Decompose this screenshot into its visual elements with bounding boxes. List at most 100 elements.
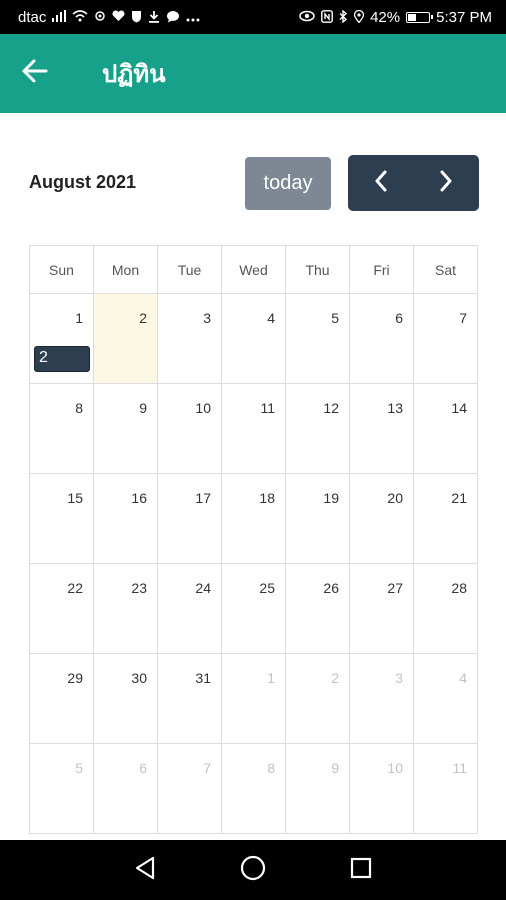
day-number[interactable]: 5	[331, 310, 339, 326]
day-cell[interactable]: 26	[285, 563, 350, 654]
day-cell-other-month[interactable]: 8	[221, 743, 286, 834]
day-cell-other-month[interactable]: 7	[157, 743, 222, 834]
day-cell-other-month[interactable]: 6	[93, 743, 158, 834]
day-number[interactable]: 8	[267, 760, 275, 776]
day-number[interactable]: 26	[323, 580, 339, 596]
day-cell[interactable]: 10	[157, 383, 222, 474]
day-number[interactable]: 3	[203, 310, 211, 326]
day-number[interactable]: 21	[451, 490, 467, 506]
day-number[interactable]: 19	[323, 490, 339, 506]
day-cell[interactable]: 14	[413, 383, 478, 474]
nav-back-button[interactable]	[91, 840, 199, 900]
day-cell[interactable]: 30	[93, 653, 158, 744]
day-cell-other-month[interactable]: 3	[349, 653, 414, 744]
day-number[interactable]: 31	[195, 670, 211, 686]
day-cell-other-month[interactable]: 10	[349, 743, 414, 834]
day-number[interactable]: 9	[139, 400, 147, 416]
nav-home-button[interactable]	[199, 840, 307, 900]
day-cell[interactable]: 29	[29, 653, 94, 744]
day-number[interactable]: 23	[131, 580, 147, 596]
day-number[interactable]: 7	[203, 760, 211, 776]
weekday-header: Wed	[221, 245, 286, 294]
day-cell[interactable]: 12	[285, 383, 350, 474]
day-number[interactable]: 10	[195, 400, 211, 416]
day-cell-other-month[interactable]: 5	[29, 743, 94, 834]
day-cell[interactable]: 28	[413, 563, 478, 654]
today-day-cell[interactable]: 2	[93, 293, 158, 384]
event-chip[interactable]: 2	[34, 346, 90, 372]
day-cell[interactable]: 13	[349, 383, 414, 474]
day-cell[interactable]: 22	[29, 563, 94, 654]
day-number[interactable]: 29	[67, 670, 83, 686]
day-number[interactable]: 17	[195, 490, 211, 506]
day-cell[interactable]: 11	[221, 383, 286, 474]
day-cell[interactable]: 19	[285, 473, 350, 564]
day-cell[interactable]: 17	[157, 473, 222, 564]
day-cell[interactable]: 6	[349, 293, 414, 384]
day-number[interactable]: 2	[331, 670, 339, 686]
day-number[interactable]: 14	[451, 400, 467, 416]
day-cell[interactable]: 18	[221, 473, 286, 564]
day-cell[interactable]: 16	[93, 473, 158, 564]
day-cell-other-month[interactable]: 9	[285, 743, 350, 834]
day-number[interactable]: 24	[195, 580, 211, 596]
week-row: 29 30 31 1 2 3 4	[29, 653, 478, 744]
day-cell[interactable]: 1 2	[29, 293, 94, 384]
day-cell-other-month[interactable]: 1	[221, 653, 286, 744]
day-number[interactable]: 7	[459, 310, 467, 326]
day-cell[interactable]: 21	[413, 473, 478, 564]
day-cell[interactable]: 9	[93, 383, 158, 474]
day-cell-other-month[interactable]: 4	[413, 653, 478, 744]
day-cell[interactable]: 5	[285, 293, 350, 384]
day-number[interactable]: 4	[267, 310, 275, 326]
day-number[interactable]: 3	[395, 670, 403, 686]
week-row: 1 2 2 3 4 5 6 7	[29, 293, 478, 384]
day-number[interactable]: 28	[451, 580, 467, 596]
day-number[interactable]: 15	[67, 490, 83, 506]
system-nav-bar	[0, 840, 506, 900]
day-cell[interactable]: 4	[221, 293, 286, 384]
day-number[interactable]: 11	[260, 400, 275, 416]
day-cell-other-month[interactable]: 2	[285, 653, 350, 744]
prev-month-button[interactable]	[348, 155, 413, 211]
chat-icon	[166, 10, 180, 25]
day-cell[interactable]: 3	[157, 293, 222, 384]
day-cell[interactable]: 20	[349, 473, 414, 564]
day-cell[interactable]: 31	[157, 653, 222, 744]
back-button[interactable]	[0, 34, 70, 113]
day-cell[interactable]: 23	[93, 563, 158, 654]
weekday-header: Sat	[413, 245, 478, 294]
day-number[interactable]: 13	[387, 400, 403, 416]
day-number[interactable]: 25	[259, 580, 275, 596]
day-number[interactable]: 8	[75, 400, 83, 416]
day-number[interactable]: 1	[267, 670, 275, 686]
day-number[interactable]: 2	[139, 310, 147, 326]
day-number[interactable]: 16	[131, 490, 147, 506]
day-number[interactable]: 10	[387, 760, 403, 776]
day-number[interactable]: 18	[259, 490, 275, 506]
next-month-button[interactable]	[413, 155, 478, 211]
day-cell[interactable]: 8	[29, 383, 94, 474]
day-cell-other-month[interactable]: 11	[413, 743, 478, 834]
day-cell[interactable]: 7	[413, 293, 478, 384]
day-number[interactable]: 9	[331, 760, 339, 776]
day-number[interactable]: 27	[387, 580, 403, 596]
day-cell[interactable]: 24	[157, 563, 222, 654]
month-title: August 2021	[29, 172, 137, 192]
day-number[interactable]: 4	[459, 670, 467, 686]
day-cell[interactable]: 27	[349, 563, 414, 654]
day-number[interactable]: 1	[75, 310, 83, 326]
day-number[interactable]: 11	[452, 760, 467, 776]
day-number[interactable]: 20	[387, 490, 403, 506]
day-number[interactable]: 6	[395, 310, 403, 326]
day-number[interactable]: 12	[323, 400, 339, 416]
day-number[interactable]: 30	[131, 670, 147, 686]
day-cell[interactable]: 25	[221, 563, 286, 654]
nav-recents-button[interactable]	[307, 840, 415, 900]
day-cell[interactable]: 15	[29, 473, 94, 564]
day-number[interactable]: 22	[67, 580, 83, 596]
day-number[interactable]: 6	[139, 760, 147, 776]
battery-icon	[406, 11, 434, 23]
day-number[interactable]: 5	[75, 760, 83, 776]
today-button[interactable]: today	[245, 157, 331, 210]
